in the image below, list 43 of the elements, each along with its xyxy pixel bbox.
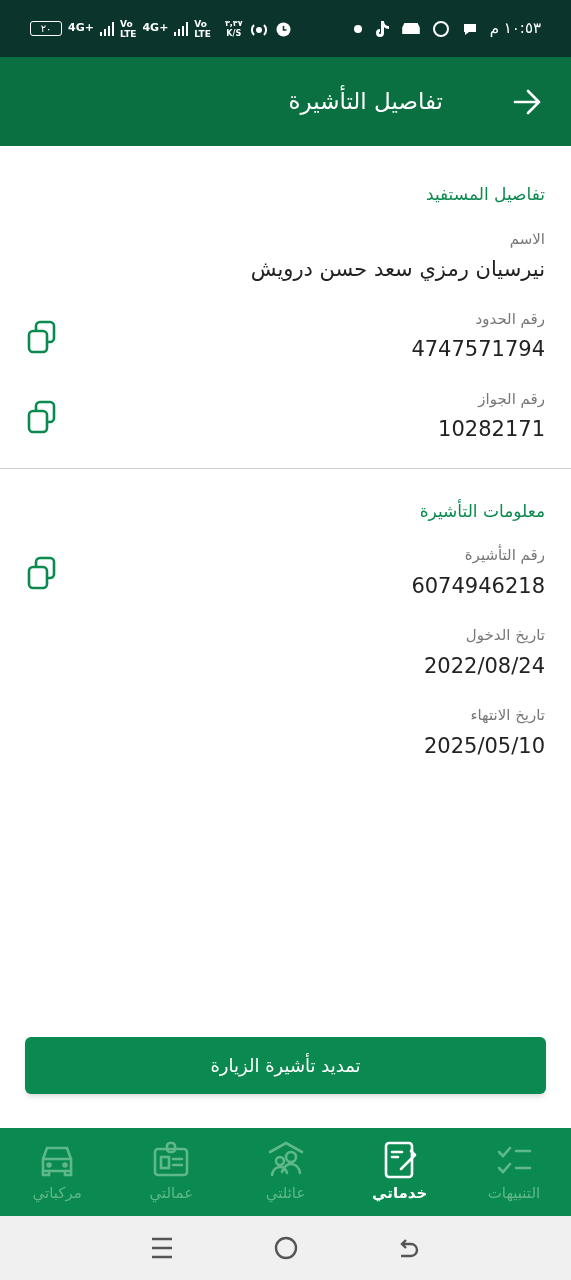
nav-tab[interactable]: خدماتي: [342, 1128, 457, 1216]
signal-icon: [174, 21, 189, 36]
field-label: الاسم: [508, 228, 545, 250]
alarm-clock-icon: [274, 20, 292, 37]
section-title: معلومات التأشيرة: [418, 498, 546, 523]
network-type: 4G+: [68, 20, 94, 37]
signal-icon: [99, 21, 114, 36]
field-value: 2022/08/24: [423, 652, 545, 680]
field-label: رقم الجواز: [476, 388, 545, 410]
field-label: رقم الحدود: [474, 308, 545, 330]
dot-icon: [353, 24, 362, 33]
music-note-icon: [373, 19, 390, 38]
field-label: تاريخ الدخول: [464, 625, 545, 646]
battery-icon: ٢٠: [30, 21, 62, 36]
nav-tab[interactable]: التنبيهات: [456, 1128, 571, 1216]
network-type: 4G+: [142, 20, 169, 37]
field-label: تاريخ الانتهاء: [469, 705, 545, 726]
volte-label: Vo: [194, 18, 208, 29]
nav-tab[interactable]: عائلتي: [228, 1128, 343, 1216]
message-icon: [461, 21, 478, 36]
clock-time: ١٠:٥٣ م: [489, 18, 541, 40]
data-speed: ٣,٣٧: [224, 18, 243, 29]
copy-icon[interactable]: [26, 319, 58, 354]
field-value: 10282171: [438, 416, 545, 443]
copy-icon[interactable]: [26, 556, 58, 590]
nav-tab[interactable]: عمالتي: [114, 1128, 229, 1216]
field-value: 4747571794: [411, 336, 545, 363]
field-value: 6074946218: [411, 572, 545, 600]
field-value: نيرسيان رمزي سعد حسن درويش: [250, 256, 545, 283]
field-label: رقم التأشيرة: [463, 544, 545, 566]
speed-unit: K/S: [226, 28, 242, 39]
volte-label: Vo: [119, 18, 134, 29]
menu-icon[interactable]: [149, 1236, 174, 1260]
section-title: تفاصيل المستفيد: [424, 183, 546, 206]
copy-icon[interactable]: [26, 399, 58, 434]
nav-tab[interactable]: مركباتي: [0, 1128, 115, 1216]
volte-label: LTE: [119, 28, 137, 39]
extend-visa-button[interactable]: تمديد تأشيرة الزيارة: [25, 1037, 546, 1094]
field-value: 2025/05/10: [423, 732, 545, 760]
back-arrow-icon[interactable]: [513, 88, 541, 115]
page-title: تفاصيل التأشيرة: [288, 84, 443, 119]
home-icon[interactable]: [273, 1236, 298, 1260]
volte-label: LTE: [194, 28, 211, 39]
